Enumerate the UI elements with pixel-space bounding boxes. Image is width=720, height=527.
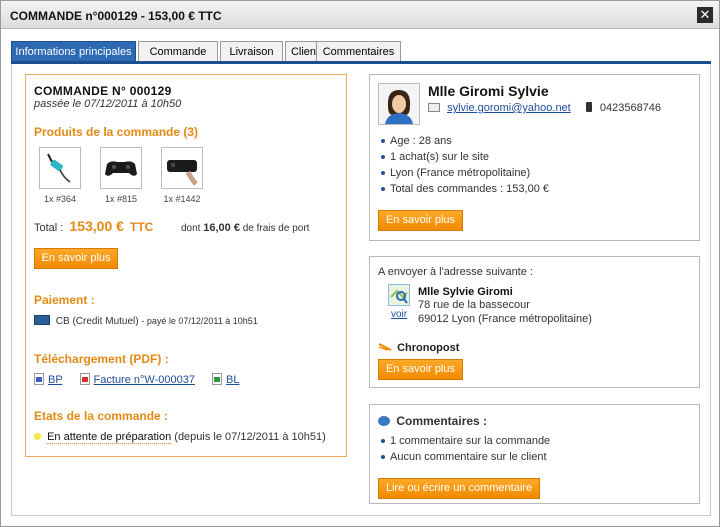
states-heading: Etats de la commande : [34, 409, 169, 423]
state-detail: (depuis le 07/12/2011 à 10h51) [174, 431, 326, 443]
avatar-icon [385, 90, 413, 124]
shipping-prefix: dont [181, 223, 201, 234]
comments-list: 1 commentaire sur la commande Aucun comm… [378, 433, 550, 465]
order-date: passée le 07/12/2011 à 10h50 [34, 98, 181, 110]
avatar [378, 83, 420, 125]
products-heading: Produits de la commande (3) [34, 125, 199, 139]
shipping-name: Mlle Sylvie Giromi [418, 286, 513, 298]
gamepad-icon[interactable] [100, 147, 142, 189]
order-summary-panel: COMMANDE N° 000129 passée le 07/12/2011 … [25, 74, 347, 457]
customer-email-link[interactable]: sylvie.goromi@yahoo.net [447, 102, 571, 114]
customer-contact: sylvie.goromi@yahoo.net 0423568746 [428, 102, 661, 114]
tab-commentaires[interactable]: Commentaires [316, 41, 401, 62]
speech-bubble-icon [378, 416, 390, 426]
payment-heading: Paiement : [34, 293, 95, 307]
download-bp-link[interactable]: BP [48, 374, 62, 386]
credit-card-icon [34, 315, 50, 325]
pdf-icon [212, 373, 223, 385]
carrier: Chronopost [378, 341, 459, 354]
tab-informations-principales[interactable]: Informations principales [11, 41, 136, 62]
payment-info: CB (Credit Mutuel) - payé le 07/12/2011 … [34, 315, 258, 327]
map-link[interactable]: voir [391, 309, 407, 320]
usb-lamp-icon[interactable] [39, 147, 81, 189]
pdf-icon [79, 373, 90, 385]
comments-heading: Commentaires : [378, 414, 487, 428]
customer-more-button[interactable]: En savoir plus [378, 210, 463, 231]
comments-button[interactable]: Lire ou écrire un commentaire [378, 478, 540, 499]
product-item[interactable]: 1x #364 [30, 147, 90, 204]
shipping-panel: A envoyer à l'adresse suivante : voir Ml… [369, 256, 700, 388]
list-item: 1 achat(s) sur le site [378, 149, 549, 165]
order-dialog: COMMANDE n°000129 - 153,00 € TTC ✕ Infor… [0, 0, 720, 527]
phone-icon [585, 102, 592, 112]
customer-phone: 0423568746 [599, 102, 662, 114]
tab-content: COMMANDE N° 000129 passée le 07/12/2011 … [11, 64, 711, 516]
carrier-name: Chronopost [397, 342, 460, 354]
list-item: Aucun commentaire sur le client [378, 449, 550, 465]
list-item: Lyon (France métropolitaine) [378, 165, 549, 181]
total-suffix: TTC [129, 220, 154, 234]
payment-method: CB (Credit Mutuel) [55, 316, 139, 327]
tab-commande[interactable]: Commande [138, 41, 218, 62]
chronopost-logo-icon [378, 343, 392, 351]
order-more-button[interactable]: En savoir plus [34, 248, 118, 269]
list-item: 1 commentaire sur la commande [378, 433, 550, 449]
product-item[interactable]: 1x #1442 [152, 147, 212, 204]
close-icon[interactable]: ✕ [697, 7, 713, 23]
payment-detail: - payé le 07/12/2011 à 10h51 [141, 316, 258, 326]
shipping-more-button[interactable]: En savoir plus [378, 359, 463, 380]
shipping-intro: A envoyer à l'adresse suivante : [378, 266, 533, 278]
dialog-title: COMMANDE n°000129 - 153,00 € TTC [10, 9, 222, 23]
customer-name: Mlle Giromi Sylvie [428, 83, 549, 99]
product-label: 1x #364 [43, 194, 77, 204]
mouse-icon[interactable] [161, 147, 203, 189]
product-label: 1x #1442 [163, 194, 201, 204]
pdf-icon [34, 373, 44, 385]
order-date-prefix: passée le [34, 98, 82, 110]
order-state: En attente de préparation (depuis le 07/… [34, 431, 326, 444]
shipping-cost: dont 16,00 € de frais de port [181, 222, 309, 234]
order-date-value: 07/12/2011 à 10h50 [84, 98, 182, 110]
shipping-street: 78 rue de la bassecour [418, 299, 530, 311]
shipping-value: 16,00 € [203, 222, 240, 234]
list-item: Age : 28 ans [378, 133, 549, 149]
total-value: 153,00 € [69, 218, 124, 234]
state-dot-icon [34, 433, 41, 440]
download-heading: Téléchargement (PDF) : [34, 352, 169, 366]
state-link[interactable]: En attente de préparation [47, 431, 172, 444]
shipping-suffix: de frais de port [242, 223, 310, 234]
total-label: Total : [34, 222, 64, 234]
map-icon[interactable] [388, 284, 410, 306]
shipping-city: 69012 Lyon (France métropolitaine) [418, 313, 592, 325]
customer-panel: Mlle Giromi Sylvie sylvie.goromi@yahoo.n… [369, 74, 700, 241]
download-links: BP Facture n°W-000037 BL [34, 373, 240, 386]
product-item[interactable]: 1x #815 [91, 147, 151, 204]
order-total: Total : 153,00 € TTC [34, 218, 153, 234]
tab-livraison[interactable]: Livraison [220, 41, 283, 62]
order-heading: COMMANDE N° 000129 [34, 84, 172, 98]
title-bar: COMMANDE n°000129 - 153,00 € TTC ✕ [1, 1, 719, 29]
download-bl-link[interactable]: BL [226, 374, 239, 386]
download-invoice-link[interactable]: Facture n°W-000037 [94, 374, 195, 386]
comments-panel: Commentaires : 1 commentaire sur la comm… [369, 404, 700, 504]
list-item: Total des commandes : 153,00 € [378, 181, 549, 197]
mail-icon [428, 103, 440, 112]
comments-heading-label: Commentaires : [396, 414, 488, 428]
product-label: 1x #815 [104, 194, 138, 204]
customer-details: Age : 28 ans 1 achat(s) sur le site Lyon… [378, 133, 549, 197]
